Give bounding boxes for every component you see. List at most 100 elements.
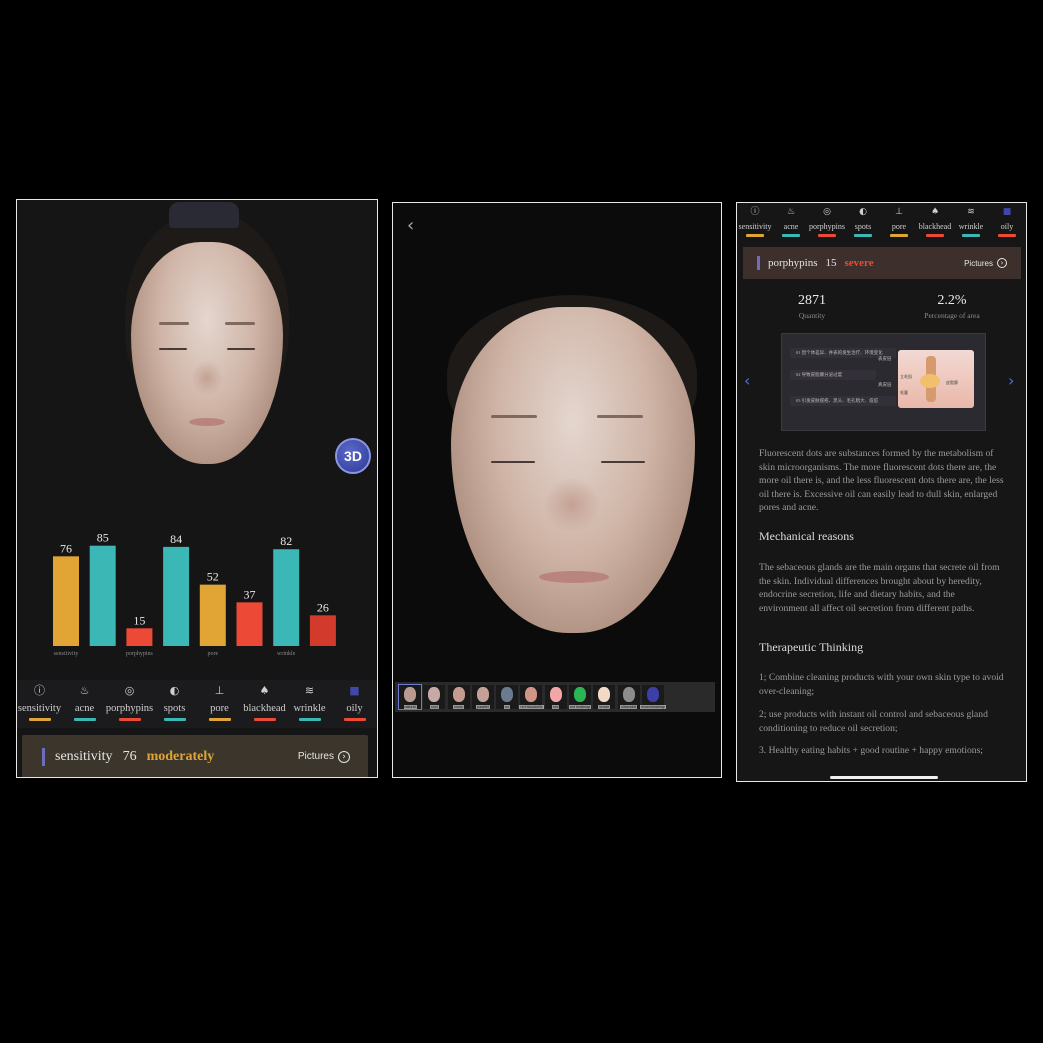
blackhead-icon: ♠ (259, 684, 270, 697)
metric-value: 2.2% (937, 293, 967, 308)
thumbnail-red-heatmap[interactable]: red heatmap (568, 685, 592, 709)
tab-acne[interactable]: ♨ acne (62, 680, 107, 728)
thumbnail-face (622, 687, 635, 702)
face-photo-large (447, 295, 697, 635)
thumbnail-face (525, 687, 538, 702)
tab-label: wrinkle (958, 222, 984, 231)
pictures-button[interactable]: Pictures › (298, 750, 350, 763)
thumbnail-red[interactable]: red (544, 685, 567, 709)
thumbnail-brownheatmap[interactable]: brownheatmap (640, 685, 666, 709)
tab-sensitivity[interactable]: ⓘ sensitivity (17, 680, 62, 728)
blackhead-icon: ♠ (930, 207, 940, 217)
oily-square-icon: ■ (1002, 207, 1012, 217)
tab-label: blackhead (918, 222, 952, 231)
tab-porphypins[interactable]: ◎ porphypins (105, 680, 154, 728)
tab-label: porphypins (809, 222, 845, 231)
status-score: 76 (122, 748, 137, 764)
thumbnail-label: cool (430, 705, 439, 709)
chevron-right-circle-icon: › (338, 750, 350, 763)
thumbnail-label: brown (598, 705, 611, 709)
therapy-tip-3: 3. Healthy eating habits + good routine … (759, 745, 983, 756)
thumbnail-red-bloodcells[interactable]: red bloodcells (519, 685, 544, 709)
diagram-label: 表皮层 (878, 356, 892, 361)
tab-underline (890, 234, 908, 237)
thumbnail-uv[interactable]: uv (496, 685, 519, 709)
thumbnail-face (404, 687, 416, 702)
tab-underline (28, 718, 51, 721)
diagram-label: 立毛肌 (900, 374, 912, 379)
thumbnail-natural[interactable]: natural (398, 684, 422, 710)
thumbnail-face (549, 687, 562, 702)
thumbnail-label: red heatmap (568, 705, 592, 709)
tab-underline (298, 718, 321, 721)
thumbnail-face (476, 687, 489, 702)
tab-wrinkle[interactable]: ≋ wrinkle (953, 203, 989, 243)
diagram-label: 皮脂腺 (946, 380, 958, 385)
tab-underline (208, 718, 231, 721)
tab-underline (746, 234, 764, 237)
thumbnail-brown[interactable]: brown (593, 685, 616, 709)
tab-blackhead[interactable]: ♠ blackhead (917, 203, 953, 243)
tab-spots[interactable]: ◐ spots (152, 680, 197, 728)
thumbnail-cool[interactable]: cool (423, 685, 446, 709)
status-level: moderately (146, 748, 215, 764)
bar-blackhead (236, 602, 263, 646)
status-category-name: porphypins (768, 257, 818, 269)
description-paragraph: Fluorescent dots are substances formed b… (759, 448, 1004, 513)
thumbnail-parallel[interactable]: parallel (471, 685, 494, 709)
tab-blackhead[interactable]: ♠ blackhead (242, 680, 287, 728)
previous-arrow-icon[interactable]: ‹ (744, 371, 750, 390)
pictures-button[interactable]: Pictures › (964, 258, 1007, 268)
skin-analysis-overview-screen: 3D 76 sensitivity 85 15 porphypins 84 52 pore 37… (16, 199, 378, 778)
therapy-tip-1: 1; Combine cleaning products with your o… (759, 672, 1004, 697)
thumbnail-label: brownheatmap (640, 705, 666, 709)
spots-icon: ◐ (859, 207, 867, 217)
headband-device-icon (169, 202, 239, 228)
thumbnail-face (598, 687, 611, 702)
next-arrow-icon[interactable]: › (1008, 371, 1014, 390)
x-tick-label: porphypins (126, 651, 154, 657)
pore-icon: ⊥ (895, 207, 903, 217)
thumbnail-face (428, 687, 441, 702)
tab-oily[interactable]: ■ oily (989, 203, 1025, 243)
diagram-step-3: 03 引发皮肤痤疮、黑头、毛孔粗大、痘痘 (790, 396, 896, 406)
metric-area-percentage: 2.2% Percentage of area (907, 293, 997, 320)
image-mode-thumbnail-strip: natural cool cross parallel uv red bloodcells… (395, 682, 715, 712)
category-detail-screen: ⓘ sensitivity ♨ acne ◎ porphypins ◐ spots ⊥ pore ♠… (736, 202, 1027, 782)
bar-value-label: 76 (60, 541, 72, 555)
thumbnail-cross[interactable]: cross (447, 685, 470, 709)
bar-value-label: 82 (280, 534, 292, 548)
tab-label: porphypins (105, 703, 154, 714)
bar-spots (163, 546, 190, 646)
tab-porphypins[interactable]: ◎ porphypins (809, 203, 845, 243)
x-tick-label: sensitivity (54, 651, 79, 657)
bar-pore (199, 584, 226, 646)
thumbnail-label: ultraviolet (619, 705, 638, 709)
acne-icon: ♨ (786, 207, 796, 217)
tab-spots[interactable]: ◐ spots (845, 203, 881, 243)
bar-sensitivity (53, 556, 79, 646)
bar-value-label: 37 (244, 587, 256, 601)
category-tabs: ⓘ sensitivity ♨ acne ◎ porphypins ◐ spots ⊥ pore ♠… (17, 680, 377, 728)
thumbnail-ultraviolet[interactable]: ultraviolet (617, 685, 640, 709)
tab-oily[interactable]: ■ oily (332, 680, 377, 728)
metric-value: 2871 (798, 293, 826, 308)
tab-pore[interactable]: ⊥ pore (881, 203, 917, 243)
back-chevron-icon[interactable]: ‹ (407, 215, 414, 236)
tab-label: oily (346, 703, 363, 714)
thumbnail-label: uv (504, 705, 511, 709)
section-heading-mechanical-reasons: Mechanical reasons (759, 529, 854, 543)
tab-underline (818, 234, 836, 237)
diagram-label: 毛囊 (900, 390, 908, 395)
tab-pore[interactable]: ⊥ pore (197, 680, 242, 728)
tab-wrinkle[interactable]: ≋ wrinkle (287, 680, 332, 728)
tab-label: acne (74, 703, 95, 714)
tab-acne[interactable]: ♨ acne (773, 203, 809, 243)
3d-view-button[interactable]: 3D (335, 438, 371, 474)
tab-sensitivity[interactable]: ⓘ sensitivity (737, 203, 773, 243)
x-tick-label: pore (207, 651, 218, 657)
skin-score-bar-chart: 76 sensitivity 85 15 porphypins 84 52 pore 37 82 w… (53, 531, 336, 657)
home-indicator[interactable] (830, 776, 938, 779)
bar-oily (309, 615, 336, 646)
bar-value-label: 15 (133, 613, 145, 627)
